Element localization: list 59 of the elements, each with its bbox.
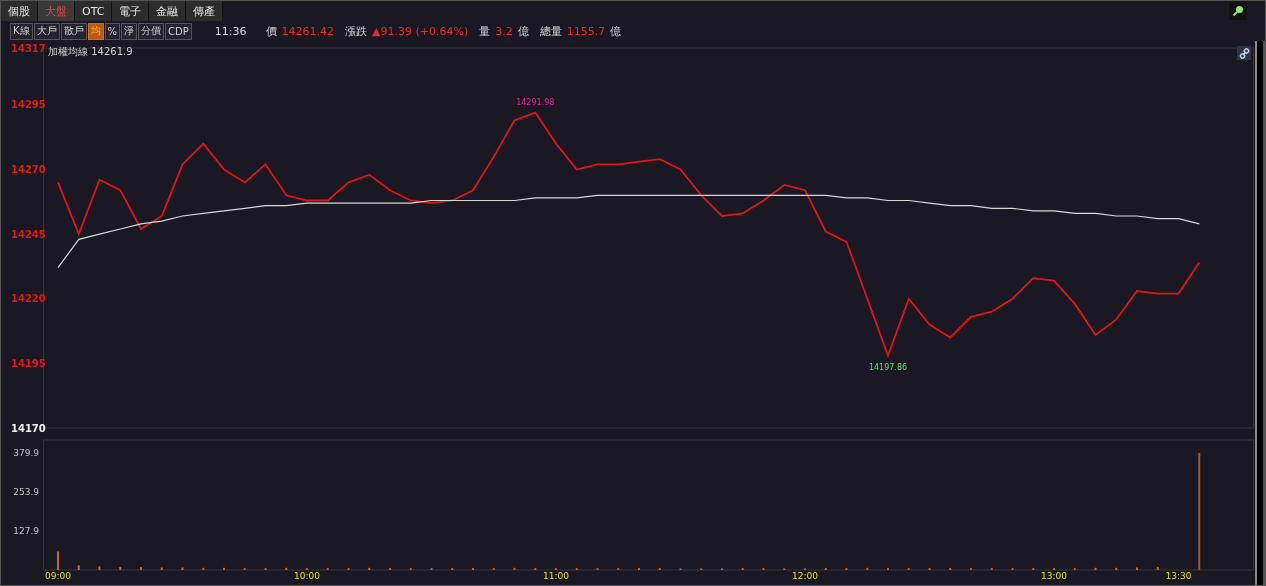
time-axis-label: 12:00 [792, 571, 818, 581]
volume-bar [866, 567, 869, 570]
indicator-button[interactable]: 分價 [138, 22, 165, 40]
axis-label: 127.9 [13, 525, 39, 536]
market-tab[interactable]: 金融 [149, 1, 187, 21]
axis-label: 14295 [11, 99, 46, 111]
volume-value: 3.2 [495, 24, 513, 38]
change-label: 漲跌 [345, 23, 367, 39]
extreme-label: 14291.98 [516, 97, 555, 107]
market-tab[interactable]: OTC [75, 1, 113, 21]
axis-label: 14270 [11, 164, 46, 175]
volume-bar [1115, 567, 1118, 570]
indicator-button[interactable]: CDP [165, 22, 192, 40]
volume-bar [98, 566, 101, 570]
volume-bar [285, 567, 288, 570]
total-volume-label: 總量 [539, 23, 562, 39]
chart-legend: 加權均線 14261.9 [48, 46, 133, 57]
change-value: ▲91.39 (+0.64%) [372, 24, 469, 38]
indicator-button[interactable]: % [104, 22, 121, 40]
volume-bar [1156, 566, 1159, 570]
time-axis-label: 13:00 [1041, 571, 1067, 581]
extreme-label: 14197.86 [868, 362, 908, 372]
volume-bar [513, 567, 516, 570]
axis-label: 14245 [11, 228, 46, 240]
axis-label: 14170 [11, 422, 46, 433]
time-axis-label: 09:00 [45, 571, 71, 581]
indicator-button[interactable]: 淨 [121, 22, 138, 40]
market-tab[interactable]: 電子 [112, 1, 150, 21]
volume-bar [202, 567, 205, 570]
volume-bar [181, 567, 184, 570]
time-axis-label: 13:30 [1165, 571, 1192, 581]
volume-bar [119, 566, 122, 570]
market-tab[interactable]: 傳產 [186, 1, 224, 21]
axis-label: 253.9 [13, 486, 39, 497]
link-icon [1238, 47, 1250, 59]
time-axis-label: 10:00 [294, 571, 320, 581]
volume-unit: 億 [517, 23, 529, 39]
axis-label: 14195 [11, 357, 46, 369]
indicator-button[interactable]: 散戶 [60, 22, 87, 40]
total-volume-value: 1155.7 [566, 24, 606, 38]
price-label: 價 [265, 23, 277, 39]
indicator-button[interactable]: K線 [10, 22, 33, 40]
volume-bar [160, 567, 163, 570]
axis-label: 14220 [11, 293, 46, 305]
time-axis-label: 11:00 [543, 571, 569, 581]
search-icon [1232, 5, 1244, 17]
volume-bar [368, 567, 371, 570]
volume-bar [77, 565, 80, 570]
indicator-button[interactable]: 大戶 [33, 22, 60, 40]
axis-label: 379.9 [13, 447, 39, 458]
link-button[interactable] [1237, 46, 1251, 60]
volume-bar [1094, 567, 1097, 570]
zoom-button[interactable] [1229, 2, 1247, 20]
axis-label: 14317 [11, 42, 46, 54]
price-value: 14261.42 [281, 24, 334, 38]
total-volume-unit: 億 [610, 23, 622, 39]
volume-label: 量 [479, 23, 491, 39]
quote-time: 11:36 [214, 24, 247, 38]
market-tab[interactable]: 個股 [1, 1, 38, 21]
